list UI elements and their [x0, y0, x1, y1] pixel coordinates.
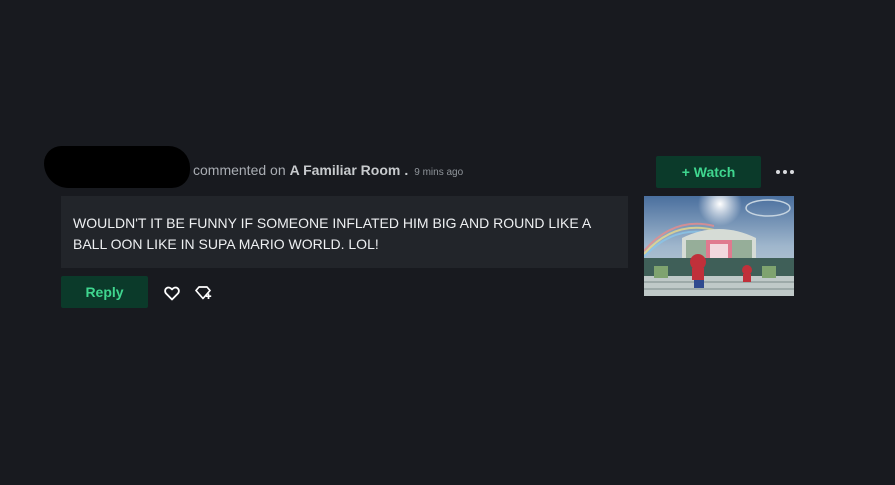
deviation-title-link[interactable]: A Familiar Room	[290, 162, 401, 178]
favourite-button[interactable]	[163, 284, 181, 302]
watch-button[interactable]: + Watch	[656, 156, 761, 188]
comment-header: commented on A Familiar Room . 9 mins ag…	[193, 162, 463, 178]
badge-gift-icon	[195, 286, 212, 300]
thumbnail-image	[644, 196, 794, 296]
more-dots-icon	[790, 170, 794, 174]
heart-icon	[164, 286, 180, 300]
comment-block: commented on A Familiar Room . 9 mins ag…	[0, 0, 895, 485]
comment-body: WOULDN'T IT BE FUNNY IF SOMEONE INFLATED…	[61, 196, 628, 268]
more-options-button[interactable]	[772, 160, 798, 184]
deviation-thumbnail[interactable]	[644, 196, 794, 296]
more-dots-icon	[783, 170, 787, 174]
more-dots-icon	[776, 170, 780, 174]
timestamp[interactable]: 9 mins ago	[414, 167, 463, 178]
comment-text: WOULDN'T IT BE FUNNY IF SOMEONE INFLATED…	[73, 215, 591, 252]
action-text: commented on	[193, 162, 286, 178]
reply-button[interactable]: Reply	[61, 276, 148, 308]
separator: .	[404, 162, 409, 178]
give-badge-button[interactable]	[195, 284, 213, 302]
redacted-username	[44, 146, 190, 188]
